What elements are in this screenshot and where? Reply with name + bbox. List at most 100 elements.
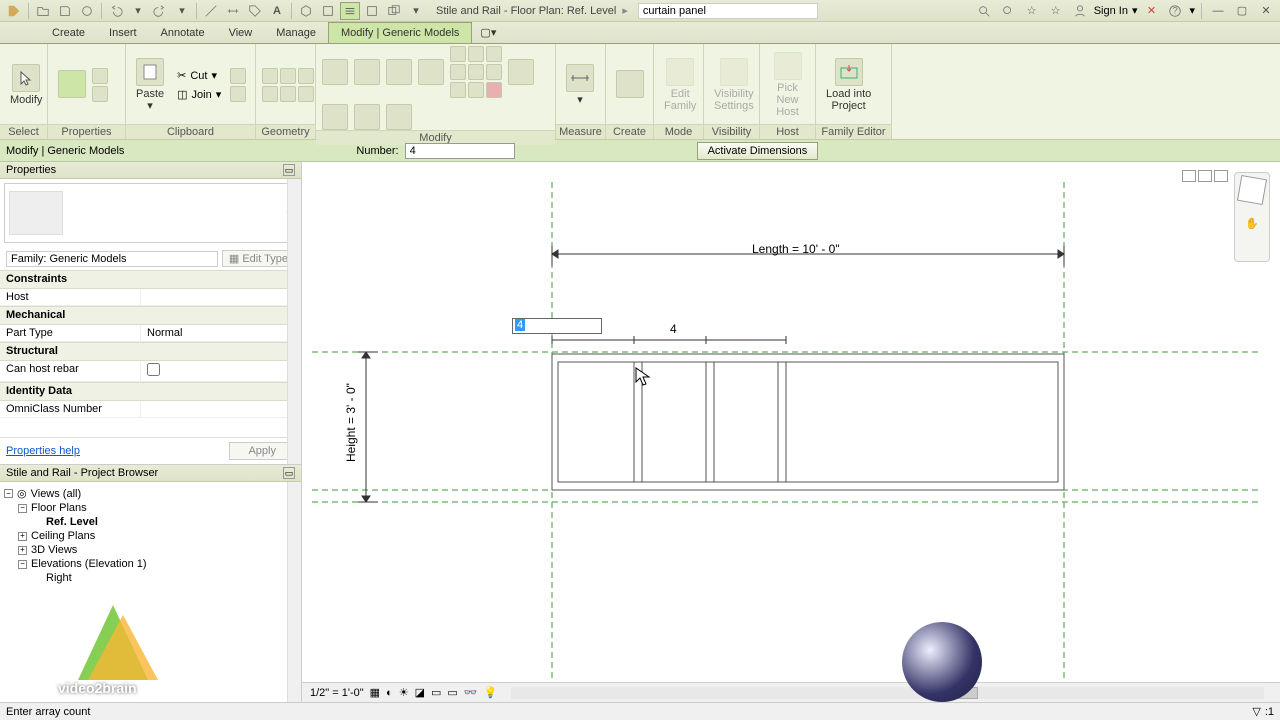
- tree-elevations[interactable]: −Elevations (Elevation 1): [18, 557, 297, 571]
- title-dropdown-icon[interactable]: ▸: [622, 4, 628, 17]
- save-icon[interactable]: [55, 2, 75, 20]
- scale-selector[interactable]: 1/2" = 1'-0": [310, 687, 364, 699]
- mod-icon-c1[interactable]: [450, 82, 466, 98]
- prop-row-omni[interactable]: OmniClass Number: [0, 401, 301, 418]
- type-properties-icon[interactable]: [92, 68, 108, 84]
- tree-3dviews[interactable]: +3D Views: [18, 543, 297, 557]
- keyword-search-icon[interactable]: [998, 2, 1018, 20]
- section-icon[interactable]: [318, 2, 338, 20]
- expand-icon[interactable]: +: [18, 532, 27, 541]
- filter-icon[interactable]: ▽: [1252, 705, 1260, 718]
- sun-path-icon[interactable]: ☀: [399, 686, 409, 699]
- mirror-draw-icon[interactable]: [418, 59, 444, 85]
- view-close-icon[interactable]: [1214, 170, 1228, 182]
- cat-structural[interactable]: Structural⌃: [0, 342, 301, 361]
- family-types-icon[interactable]: [92, 86, 108, 102]
- geom-icon-4[interactable]: [262, 86, 278, 102]
- tree-ref-level[interactable]: Ref. Level: [46, 515, 297, 529]
- search-icon[interactable]: [974, 2, 994, 20]
- mirror-axis-icon[interactable]: [386, 59, 412, 85]
- tab-modify-context[interactable]: Modify | Generic Models: [328, 22, 472, 43]
- default3d-icon[interactable]: [296, 2, 316, 20]
- mod-icon-a3[interactable]: [486, 46, 502, 62]
- cat-identity[interactable]: Identity Data⌃: [0, 382, 301, 401]
- mod-icon-b1[interactable]: [450, 64, 466, 80]
- geom-icon-3[interactable]: [298, 68, 314, 84]
- paste-button[interactable]: Paste▾: [132, 56, 168, 114]
- mod-icon-a1[interactable]: [450, 46, 466, 62]
- horizontal-scrollbar[interactable]: [511, 687, 1264, 699]
- rebar-checkbox[interactable]: [147, 363, 160, 376]
- view-minimize-icon[interactable]: [1182, 170, 1196, 182]
- number-input[interactable]: [405, 143, 515, 159]
- prop-val[interactable]: [140, 361, 301, 381]
- collapse-icon[interactable]: −: [18, 560, 27, 569]
- prop-val[interactable]: [140, 289, 301, 305]
- search-input[interactable]: [638, 3, 818, 19]
- prop-row-rebar[interactable]: Can host rebar: [0, 361, 301, 382]
- geom-icon-6[interactable]: [298, 86, 314, 102]
- redo-dropdown-icon[interactable]: ▾: [172, 2, 192, 20]
- length-dimension-label[interactable]: Length = 10' - 0": [752, 242, 840, 256]
- family-filter-select[interactable]: Family: Generic Models: [6, 251, 218, 267]
- properties-button[interactable]: [54, 68, 90, 102]
- browser-scrollbar[interactable]: [287, 482, 301, 702]
- modify-tool-button[interactable]: Modify: [6, 62, 46, 108]
- exchange-icon[interactable]: ✕: [1141, 2, 1161, 20]
- offset-icon[interactable]: [354, 59, 380, 85]
- mod-icon-c2[interactable]: [468, 82, 484, 98]
- collapse-icon[interactable]: −: [4, 489, 13, 498]
- crop-region-icon[interactable]: ▭: [447, 686, 457, 699]
- move-icon[interactable]: [508, 59, 534, 85]
- prop-val[interactable]: [140, 401, 301, 417]
- tree-ceiling[interactable]: +Ceiling Plans: [18, 529, 297, 543]
- properties-help-link[interactable]: Properties help: [6, 445, 80, 457]
- delete-icon[interactable]: [486, 82, 502, 98]
- join-button[interactable]: ◫Join▾: [172, 86, 226, 103]
- measure-button[interactable]: ▾: [562, 62, 598, 108]
- tab-create[interactable]: Create: [40, 22, 97, 43]
- geom-icon-5[interactable]: [280, 86, 296, 102]
- array-segment-label[interactable]: 4: [670, 322, 677, 336]
- shadows-icon[interactable]: ◪: [415, 686, 425, 699]
- align-icon[interactable]: [322, 59, 348, 85]
- tab-manage[interactable]: Manage: [264, 22, 328, 43]
- text-icon[interactable]: A: [267, 2, 287, 20]
- tree-right[interactable]: Right: [46, 571, 297, 585]
- minimize-icon[interactable]: —: [1208, 2, 1228, 20]
- tab-annotate[interactable]: Annotate: [149, 22, 217, 43]
- tree-views[interactable]: −◎Views (all): [4, 486, 297, 501]
- align-dim-icon[interactable]: [223, 2, 243, 20]
- thin-lines-icon[interactable]: [340, 2, 360, 20]
- geom-icon-1[interactable]: [262, 68, 278, 84]
- restore-icon[interactable]: ▢: [1232, 2, 1252, 20]
- tab-insert[interactable]: Insert: [97, 22, 149, 43]
- user-icon[interactable]: [1070, 2, 1090, 20]
- copy-icon[interactable]: [322, 104, 348, 130]
- switch-windows-icon[interactable]: [384, 2, 404, 20]
- cat-constraints[interactable]: Constraints⌃: [0, 270, 301, 289]
- navigation-bar[interactable]: ✋: [1234, 172, 1270, 262]
- tab-view[interactable]: View: [217, 22, 265, 43]
- star-icon[interactable]: ☆: [1022, 2, 1042, 20]
- tag-icon[interactable]: [245, 2, 265, 20]
- tab-extras-icon[interactable]: ▢▾: [472, 22, 504, 43]
- cope-icon[interactable]: [230, 68, 246, 84]
- load-into-project-button[interactable]: Load into Project: [822, 56, 875, 114]
- properties-scrollbar[interactable]: [287, 179, 301, 464]
- close-hidden-icon[interactable]: [362, 2, 382, 20]
- mod-icon-b2[interactable]: [468, 64, 484, 80]
- apply-button[interactable]: Apply: [229, 442, 295, 460]
- measure-icon[interactable]: [201, 2, 221, 20]
- drawing-canvas[interactable]: Length = 10' - 0" Height = 3' - 0" 4 4 ✋…: [302, 162, 1280, 702]
- type-selector[interactable]: ▾: [4, 183, 297, 243]
- create-button[interactable]: [612, 68, 648, 102]
- mod-icon-a2[interactable]: [468, 46, 484, 62]
- undo-icon[interactable]: [106, 2, 126, 20]
- prop-val[interactable]: Normal: [140, 325, 301, 341]
- sync-icon[interactable]: [77, 2, 97, 20]
- activate-dimensions-button[interactable]: Activate Dimensions: [697, 142, 819, 160]
- view-maximize-icon[interactable]: [1198, 170, 1212, 182]
- crop-view-icon[interactable]: ▭: [431, 686, 441, 699]
- prop-row-parttype[interactable]: Part TypeNormal: [0, 325, 301, 342]
